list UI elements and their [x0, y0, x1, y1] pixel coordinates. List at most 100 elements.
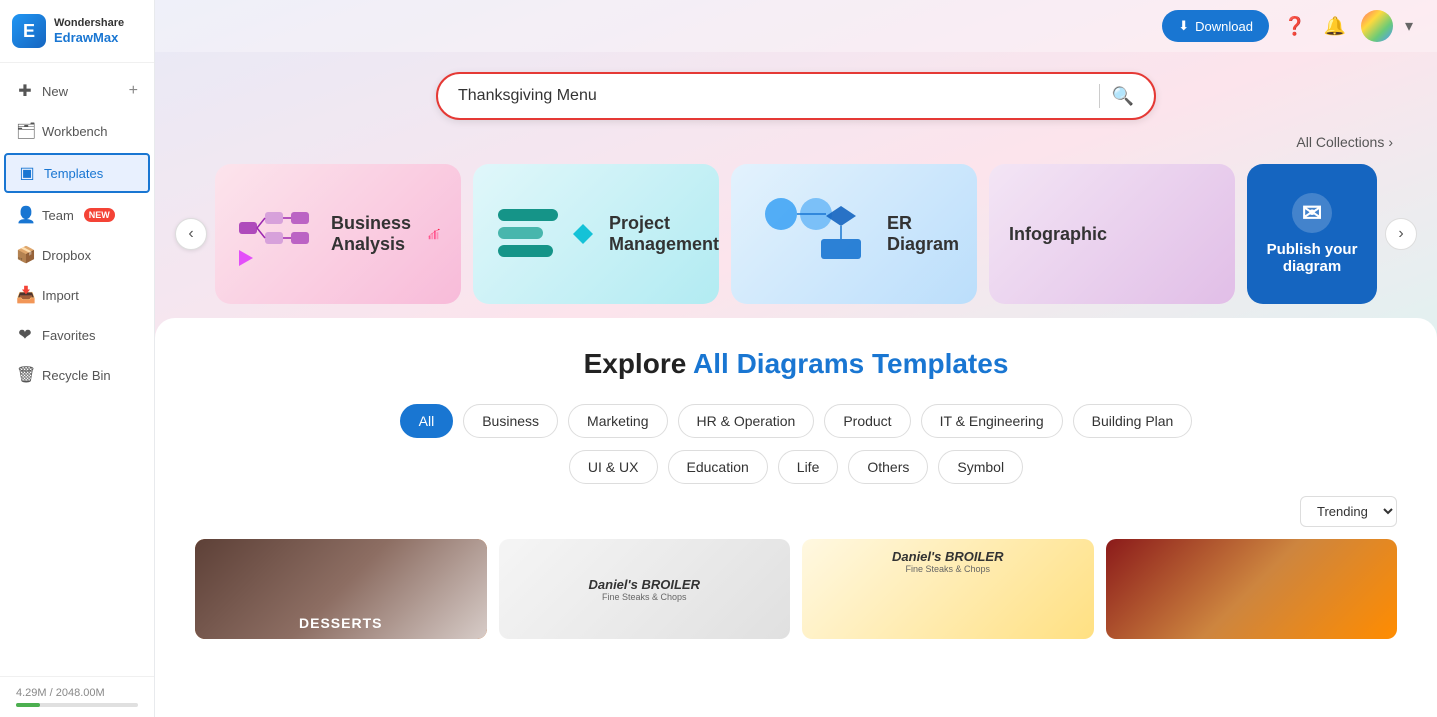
card-project-management[interactable]: Project Management: [473, 164, 719, 304]
workbench-icon: 🗂: [16, 121, 34, 141]
sidebar-item-label: Recycle Bin: [42, 368, 111, 383]
favorites-icon: ❤: [16, 325, 34, 345]
broiler-2-label: Daniel's BROILER: [812, 549, 1084, 564]
card-business-analysis-label: Business Analysis: [331, 213, 411, 255]
help-button[interactable]: ❓: [1281, 12, 1309, 40]
filter-chip-marketing[interactable]: Marketing: [568, 404, 667, 438]
explore-title: Explore All Diagrams Templates: [195, 348, 1397, 380]
business-analysis-illustration: [235, 194, 315, 274]
card-project-management-label: Project Management: [609, 213, 719, 255]
storage-info: 4.29M / 2048.00M: [0, 676, 154, 717]
filter-chip-education[interactable]: Education: [668, 450, 768, 484]
sidebar-item-label: Team: [42, 208, 74, 223]
search-divider: [1099, 84, 1100, 108]
filter-row: All Business Marketing HR & Operation Pr…: [195, 404, 1397, 438]
sort-row: Trending Newest Popular: [195, 496, 1397, 527]
publish-label: Publish your diagram: [1263, 241, 1361, 275]
storage-fill: [16, 703, 40, 707]
logo-icon: E: [12, 14, 46, 48]
search-box: 🔍: [436, 72, 1156, 120]
desserts-label: DESSERTS: [299, 615, 382, 631]
filter-chip-all[interactable]: All: [400, 404, 454, 438]
card-er-diagram[interactable]: ER Diagram: [731, 164, 977, 304]
filter-chip-hr-operation[interactable]: HR & Operation: [678, 404, 815, 438]
search-button[interactable]: 🔍: [1112, 86, 1134, 107]
filter-chip-symbol[interactable]: Symbol: [938, 450, 1023, 484]
main-content: ⬇ Download ❓ 🔔 ▾ 🔍 All Collections › ‹: [155, 0, 1437, 717]
app-logo: E Wondershare EdrawMax: [0, 0, 154, 63]
sidebar-item-favorites[interactable]: ❤ Favorites: [0, 315, 154, 355]
publish-icon: ✉: [1292, 193, 1332, 233]
template-grid: DESSERTS Daniel's BROILER Fine Steaks & …: [195, 539, 1397, 639]
card-infographic-label: Infographic: [1009, 224, 1107, 245]
filter-chip-product[interactable]: Product: [824, 404, 910, 438]
plus-icon[interactable]: +: [129, 82, 138, 100]
search-input[interactable]: [458, 87, 1087, 105]
carousel-next-button[interactable]: ›: [1385, 218, 1417, 250]
chevron-right-icon: ›: [1388, 134, 1393, 150]
sidebar-nav: ✚ New + 🗂 Workbench ▣ Templates 👤 Team N…: [0, 63, 154, 676]
template-thumb-broiler-1[interactable]: Daniel's BROILER Fine Steaks & Chops: [499, 539, 791, 639]
explore-title-highlight2: All Diagrams Templates: [693, 348, 1008, 379]
filter-chip-business[interactable]: Business: [463, 404, 558, 438]
search-section: 🔍: [155, 52, 1437, 130]
broiler-1-label: Daniel's BROILER: [589, 577, 700, 592]
explore-section: Explore All Diagrams Templates All Busin…: [155, 318, 1437, 717]
collections-label: All Collections: [1296, 134, 1384, 150]
broiler-1-sublabel: Fine Steaks & Chops: [589, 592, 700, 602]
template-thumb-broiler-2[interactable]: Daniel's BROILER Fine Steaks & Chops: [802, 539, 1094, 639]
card-infographic[interactable]: Infographic: [989, 164, 1235, 304]
sidebar-item-workbench[interactable]: 🗂 Workbench: [0, 111, 154, 151]
new-icon: ✚: [16, 81, 34, 101]
sidebar-item-import[interactable]: 📥 Import: [0, 275, 154, 315]
filter-chip-it-engineering[interactable]: IT & Engineering: [921, 404, 1063, 438]
download-button[interactable]: ⬇ Download: [1162, 10, 1269, 42]
publish-diagram-card[interactable]: ✉ Publish your diagram: [1247, 164, 1377, 304]
sort-select[interactable]: Trending Newest Popular: [1300, 496, 1397, 527]
filter-chip-ui-ux[interactable]: UI & UX: [569, 450, 658, 484]
top-header: ⬇ Download ❓ 🔔 ▾: [155, 0, 1437, 52]
carousel-prev-button[interactable]: ‹: [175, 218, 207, 250]
team-icon: 👤: [16, 205, 34, 225]
app-name: EdrawMax: [54, 30, 124, 46]
sidebar-item-label: Import: [42, 288, 79, 303]
broiler-2-sublabel: Fine Steaks & Chops: [812, 564, 1084, 574]
template-thumb-autumn[interactable]: [1106, 539, 1398, 639]
sidebar-item-recycle-bin[interactable]: 🗑 Recycle Bin: [0, 355, 154, 395]
card-business-analysis[interactable]: Business Analysis: [215, 164, 461, 304]
download-icon: ⬇: [1178, 18, 1189, 34]
storage-label: 4.29M / 2048.00M: [16, 687, 105, 699]
user-avatar[interactable]: [1361, 10, 1393, 42]
sidebar-item-label: Favorites: [42, 328, 95, 343]
filter-chip-others[interactable]: Others: [848, 450, 928, 484]
sidebar-item-label: Templates: [44, 166, 103, 181]
sidebar-item-label: Dropbox: [42, 248, 91, 263]
explore-title-static: Explore: [584, 348, 687, 379]
recycle-bin-icon: 🗑: [16, 365, 34, 385]
storage-bar: [16, 703, 138, 707]
new-badge: NEW: [84, 208, 115, 222]
card-er-diagram-label: ER Diagram: [887, 213, 959, 255]
download-label: Download: [1195, 19, 1253, 34]
dropbox-icon: 📦: [16, 245, 34, 265]
sidebar-item-label: New: [42, 84, 68, 99]
carousel-section: ‹: [155, 154, 1437, 314]
notification-button[interactable]: 🔔: [1321, 12, 1349, 40]
templates-icon: ▣: [18, 163, 36, 183]
template-thumb-desserts[interactable]: DESSERTS: [195, 539, 487, 639]
brand-name: Wondershare: [54, 17, 124, 30]
er-diagram-illustration: [751, 194, 871, 274]
carousel-cards: Business Analysis: [215, 164, 1377, 304]
sidebar-item-templates[interactable]: ▣ Templates: [4, 153, 150, 193]
sidebar-item-label: Workbench: [42, 124, 108, 139]
sidebar-item-new[interactable]: ✚ New +: [0, 71, 154, 111]
project-management-illustration: [493, 199, 593, 269]
sidebar-item-dropbox[interactable]: 📦 Dropbox: [0, 235, 154, 275]
avatar-chevron-icon[interactable]: ▾: [1405, 16, 1413, 36]
filter-row-2: UI & UX Education Life Others Symbol: [195, 450, 1397, 484]
all-collections-link[interactable]: All Collections ›: [155, 130, 1437, 154]
filter-chip-building-plan[interactable]: Building Plan: [1073, 404, 1193, 438]
sidebar: E Wondershare EdrawMax ✚ New + 🗂 Workben…: [0, 0, 155, 717]
sidebar-item-team[interactable]: 👤 Team NEW: [0, 195, 154, 235]
filter-chip-life[interactable]: Life: [778, 450, 839, 484]
